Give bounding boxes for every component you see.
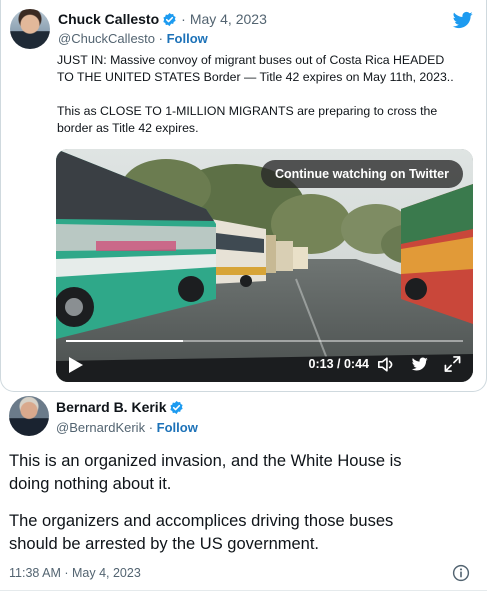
- video-progress-bar[interactable]: [66, 340, 463, 342]
- video-player[interactable]: Continue watching on Twitter 0:13 / 0:44: [56, 149, 473, 382]
- volume-icon[interactable]: [377, 356, 395, 373]
- bottom-divider: [0, 590, 487, 591]
- tweet-paragraph: The organizers and accomplices driving t…: [9, 512, 394, 553]
- follow-chuck-link[interactable]: Follow: [167, 31, 208, 46]
- bernard-kerik-avatar[interactable]: [9, 396, 49, 436]
- info-icon[interactable]: [452, 564, 470, 582]
- tweet-text: This is an organized invasion, and the W…: [9, 450, 479, 556]
- quoted-tweet-text: JUST IN: Massive convoy of migrant buses…: [57, 52, 477, 137]
- quoted-author-name[interactable]: Chuck Callesto: [58, 11, 159, 27]
- chuck-callesto-avatar[interactable]: [10, 9, 50, 49]
- quoted-tweet-date[interactable]: May 4, 2023: [190, 11, 267, 27]
- video-progress-fill: [66, 340, 184, 342]
- quoted-tweet-paragraph: JUST IN: Massive convoy of migrant buses…: [57, 53, 454, 84]
- twitter-bird-icon[interactable]: [411, 356, 429, 372]
- quoted-tweet-paragraph: This as CLOSE TO 1-MILLION MIGRANTS are …: [57, 104, 438, 135]
- quoted-tweet-card[interactable]: Chuck Callesto · May 4, 2023 @ChuckCalle…: [0, 0, 487, 392]
- quoted-handle-separator: ·: [158, 31, 163, 46]
- continue-watching-button[interactable]: Continue watching on Twitter: [260, 160, 463, 188]
- follow-bernard-link[interactable]: Follow: [157, 420, 198, 435]
- video-controls: 0:13 / 0:44: [56, 353, 473, 377]
- video-time: 0:13 / 0:44: [308, 357, 369, 371]
- quoted-date-separator: ·: [181, 11, 186, 27]
- expand-icon[interactable]: [444, 355, 461, 373]
- quoted-author-handle[interactable]: @ChuckCallesto: [58, 31, 155, 46]
- play-icon[interactable]: [68, 356, 84, 374]
- tweet-author-name[interactable]: Bernard B. Kerik: [56, 399, 166, 415]
- tweet-timestamp[interactable]: 11:38 AM · May 4, 2023: [9, 566, 141, 580]
- verified-badge-icon: [170, 400, 184, 414]
- tweet-paragraph: This is an organized invasion, and the W…: [9, 452, 402, 493]
- quoted-handle-row: @ChuckCallesto · Follow: [58, 31, 208, 46]
- twitter-bird-icon[interactable]: [452, 10, 474, 30]
- tweet-author-handle[interactable]: @BernardKerik: [56, 420, 145, 435]
- quoted-tweet-header: Chuck Callesto · May 4, 2023: [58, 11, 267, 27]
- tweet-handle-row: @BernardKerik · Follow: [56, 420, 198, 435]
- tweet-header: Bernard B. Kerik: [56, 399, 188, 415]
- tweet-handle-separator: ·: [148, 420, 154, 435]
- verified-badge-icon: [163, 12, 176, 26]
